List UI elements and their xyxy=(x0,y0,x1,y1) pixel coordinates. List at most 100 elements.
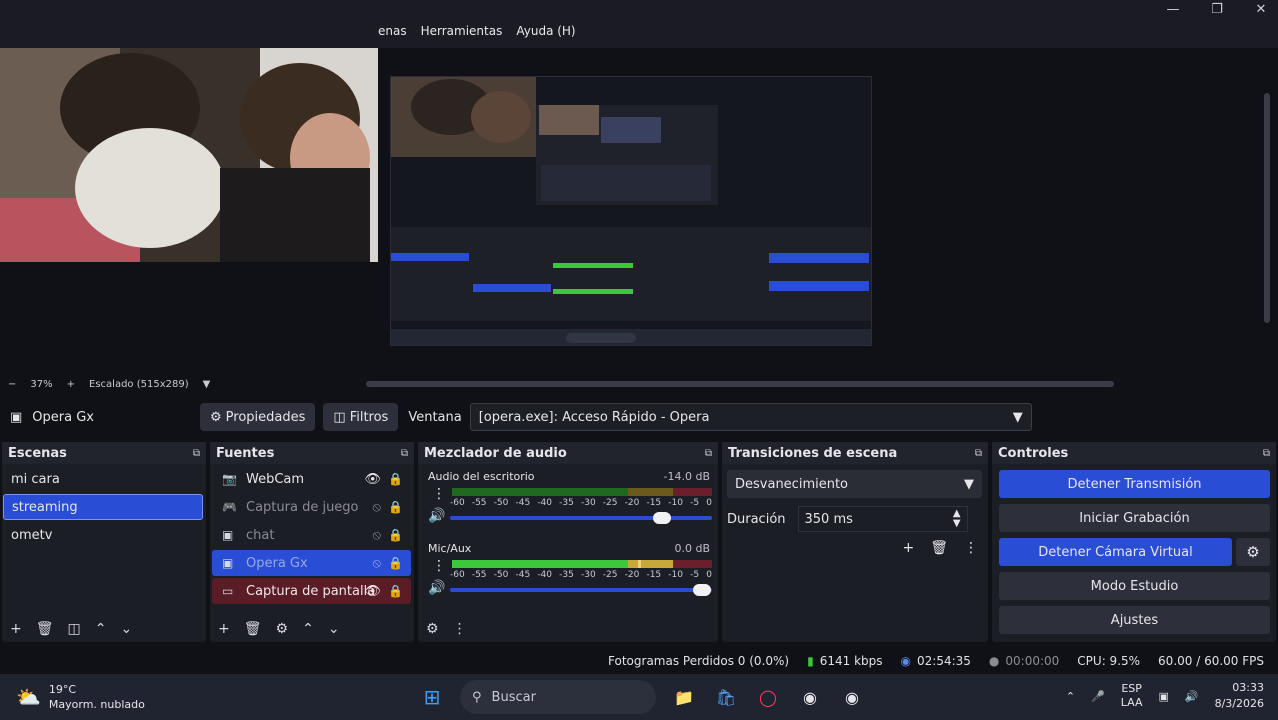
properties-button[interactable]: ⚙ Propiedades xyxy=(200,403,316,431)
scene-item-ometv[interactable]: ometv xyxy=(3,522,203,548)
gear-icon[interactable]: ⚙ xyxy=(276,621,289,637)
gear-icon[interactable]: ⚙ xyxy=(1236,538,1270,566)
transition-select[interactable]: Desvanecimiento ▼ xyxy=(727,470,982,498)
maximize-icon[interactable]: ❐ xyxy=(1208,2,1226,17)
source-item-opera-gx[interactable]: ▣ Opera Gx ⦸ 🔒 xyxy=(212,550,411,576)
preview-horizontal-scrollbar[interactable] xyxy=(366,381,1114,387)
advanced-audio-icon[interactable]: ⚙ xyxy=(426,621,439,637)
lock-icon[interactable]: 🔒 xyxy=(388,500,403,514)
speaker-icon[interactable]: 🔊 xyxy=(428,580,445,596)
add-icon[interactable]: + xyxy=(218,621,230,637)
source-item-chat[interactable]: ▣ chat ⦸ 🔒 xyxy=(212,522,411,548)
temperature: 19°C xyxy=(48,683,77,696)
meter-tick-label: -50 xyxy=(493,570,509,580)
clock[interactable]: 03:33 8/3/2026 xyxy=(1215,680,1264,712)
source-label: Captura de pantalla xyxy=(246,583,376,599)
speaker-icon[interactable]: 🔊 xyxy=(428,508,445,524)
more-options-icon[interactable]: ⋮ xyxy=(964,540,978,556)
meter-tick-label: -10 xyxy=(668,498,683,508)
add-icon[interactable]: + xyxy=(10,621,22,637)
meter-tick-label: -55 xyxy=(471,498,487,508)
taskbar-search[interactable]: ⚲ Buscar xyxy=(460,680,656,714)
trash-icon[interactable]: 🗑 xyxy=(244,621,262,637)
stepper-icon[interactable]: ▲ ▼ xyxy=(953,509,961,529)
undock-icon[interactable]: ⧉ xyxy=(401,448,408,459)
file-explorer-icon[interactable]: 📁 xyxy=(670,683,698,711)
eye-hidden-icon[interactable]: ⦸ xyxy=(373,528,381,543)
preview-vertical-scrollbar[interactable] xyxy=(1264,93,1270,323)
obs-icon[interactable]: ◉ xyxy=(796,683,824,711)
more-options-icon[interactable]: ⋮ xyxy=(432,558,446,574)
meter-tick-label: 0 xyxy=(706,498,712,508)
zoom-out-icon[interactable]: − xyxy=(8,379,16,390)
zoom-in-icon[interactable]: + xyxy=(67,379,75,390)
opera-gx-icon[interactable]: ◯ xyxy=(754,683,782,711)
chevron-down-icon[interactable]: ▼ xyxy=(203,379,211,390)
volume-icon[interactable]: 🔊 xyxy=(1185,690,1199,703)
chevron-down-icon: ▼ xyxy=(1012,409,1023,425)
lock-icon[interactable]: 🔒 xyxy=(388,472,403,486)
meter-tick-label: -25 xyxy=(602,570,618,580)
menu-item-help[interactable]: Ayuda (H) xyxy=(516,24,575,44)
volume-knob[interactable] xyxy=(692,584,711,596)
move-up-icon[interactable]: ⌃ xyxy=(95,621,107,637)
lock-icon[interactable]: 🔒 xyxy=(388,556,403,570)
store-icon[interactable]: 🛍 xyxy=(712,683,740,711)
windows-start-icon[interactable]: ⊞ xyxy=(418,683,446,711)
filters-button[interactable]: ◫ Filtros xyxy=(323,403,399,431)
eye-icon[interactable]: 👁 xyxy=(364,584,381,599)
volume-slider[interactable] xyxy=(450,512,712,524)
eye-hidden-icon[interactable]: ⦸ xyxy=(373,556,381,571)
source-item-screen-capture[interactable]: ▭ Captura de pantalla 👁 🔒 xyxy=(212,578,411,604)
preview-canvas[interactable] xyxy=(0,48,1278,374)
weather-widget[interactable]: ⛅ 19°C Mayorm. nublado xyxy=(16,682,145,712)
microphone-icon[interactable]: 🎤 xyxy=(1091,690,1105,703)
lock-icon[interactable]: 🔒 xyxy=(388,528,403,542)
undock-icon[interactable]: ⧉ xyxy=(193,448,200,459)
window-select-value: [opera.exe]: Acceso Rápido - Opera xyxy=(478,409,710,425)
language-indicator[interactable]: ESP LAA xyxy=(1121,682,1143,710)
scene-item-streaming[interactable]: streaming xyxy=(3,494,203,520)
more-options-icon[interactable]: ⋮ xyxy=(453,621,467,637)
eye-icon[interactable]: 👁 xyxy=(364,472,381,487)
menu-bar: enas Herramientas Ayuda (H) xyxy=(378,24,576,44)
gamepad-icon: 🎮 xyxy=(222,500,237,514)
volume-slider[interactable] xyxy=(450,584,712,596)
move-down-icon[interactable]: ⌄ xyxy=(328,621,340,637)
menu-item-tools[interactable]: Herramientas xyxy=(421,24,503,44)
settings-button[interactable]: Ajustes xyxy=(999,606,1270,634)
close-icon[interactable]: ✕ xyxy=(1252,2,1270,17)
source-item-game-capture[interactable]: 🎮 Captura de juego ⦸ 🔒 xyxy=(212,494,411,520)
app-icon[interactable]: ◉ xyxy=(838,683,866,711)
network-icon[interactable]: ▣ xyxy=(1158,690,1168,703)
mixer-channel-mic: Mic/Aux 0.0 dB ⋮ -60 -55 -50 -45 -40 -35 -30 -2… xyxy=(418,536,718,608)
undock-icon[interactable]: ⧉ xyxy=(975,448,982,459)
start-recording-button[interactable]: Iniciar Grabación xyxy=(999,504,1270,532)
menu-item-scenes[interactable]: enas xyxy=(378,24,407,44)
trash-icon[interactable]: 🗑 xyxy=(930,540,948,556)
more-options-icon[interactable]: ⋮ xyxy=(432,486,446,502)
filter-icon[interactable]: ◫ xyxy=(68,621,81,637)
gear-icon: ⚙ xyxy=(210,409,222,425)
duration-input[interactable]: 350 ms ▲ ▼ xyxy=(797,506,968,532)
add-icon[interactable]: + xyxy=(902,540,914,556)
stop-stream-button[interactable]: Detener Transmisión xyxy=(999,470,1270,498)
fps: 60.00 / 60.00 FPS xyxy=(1158,654,1264,668)
studio-mode-button[interactable]: Modo Estudio xyxy=(999,572,1270,600)
volume-knob[interactable] xyxy=(653,512,672,524)
undock-icon[interactable]: ⧉ xyxy=(705,448,712,459)
eye-hidden-icon[interactable]: ⦸ xyxy=(373,500,381,515)
volume-meter xyxy=(452,560,712,568)
trash-icon[interactable]: 🗑 xyxy=(36,621,54,637)
chevron-up-icon[interactable]: ⌃ xyxy=(1066,690,1075,703)
undock-icon[interactable]: ⧉ xyxy=(1263,448,1270,459)
source-item-webcam[interactable]: 📷 WebCam 👁 🔒 xyxy=(212,466,411,492)
lock-icon[interactable]: 🔒 xyxy=(388,584,403,598)
stop-virtual-camera-button[interactable]: Detener Cámara Virtual xyxy=(999,538,1232,566)
sources-title: Fuentes xyxy=(216,445,275,461)
move-up-icon[interactable]: ⌃ xyxy=(302,621,314,637)
move-down-icon[interactable]: ⌄ xyxy=(120,621,132,637)
scene-item-mi-cara[interactable]: mi cara xyxy=(3,466,203,492)
window-select[interactable]: [opera.exe]: Acceso Rápido - Opera ▼ xyxy=(469,403,1032,431)
minimize-icon[interactable]: — xyxy=(1164,2,1182,17)
